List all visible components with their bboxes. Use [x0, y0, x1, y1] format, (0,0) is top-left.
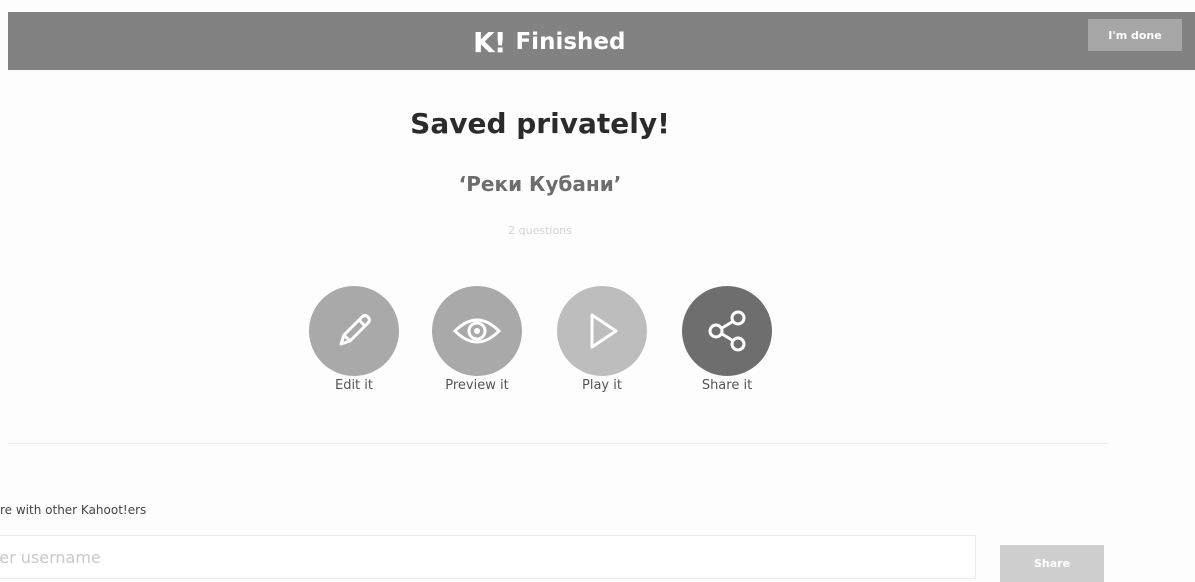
questions-count: 2 questions [508, 224, 572, 237]
edit-button[interactable]: Edit it [299, 286, 409, 393]
preview-circle[interactable] [432, 286, 522, 376]
share-icon [708, 310, 746, 352]
play-button[interactable]: Play it [547, 286, 657, 393]
preview-label: Preview it [445, 378, 509, 393]
play-circle[interactable] [557, 286, 647, 376]
share-button[interactable]: Share [1000, 545, 1104, 582]
im-done-button[interactable]: I'm done [1088, 19, 1182, 51]
username-input[interactable] [0, 535, 976, 579]
share-circle[interactable] [682, 286, 772, 376]
action-buttons: Edit it Preview it Play it Share it [0, 286, 1195, 406]
top-bar: K! Finished [8, 12, 1195, 70]
page-title: Finished [515, 29, 626, 55]
play-icon [590, 313, 618, 349]
brand: K! Finished [473, 24, 625, 60]
status-title: Saved privately! [410, 107, 670, 140]
play-label: Play it [582, 378, 622, 393]
share-with-label: re with other Kahoot!ers [0, 503, 147, 517]
pencil-icon [339, 314, 371, 346]
share-action-button[interactable]: Share it [672, 286, 782, 393]
share-label: Share it [701, 378, 753, 393]
divider [8, 443, 1108, 444]
edit-label: Edit it [334, 378, 374, 393]
preview-button[interactable]: Preview it [422, 286, 532, 393]
kahoot-name: ‘Реки Кубани’ [458, 172, 622, 196]
page: K! Finished I'm done Saved privately! ‘Р… [0, 0, 1195, 582]
edit-circle[interactable] [309, 286, 399, 376]
kahoot-logo: K! [473, 25, 506, 59]
eye-icon [452, 318, 502, 344]
